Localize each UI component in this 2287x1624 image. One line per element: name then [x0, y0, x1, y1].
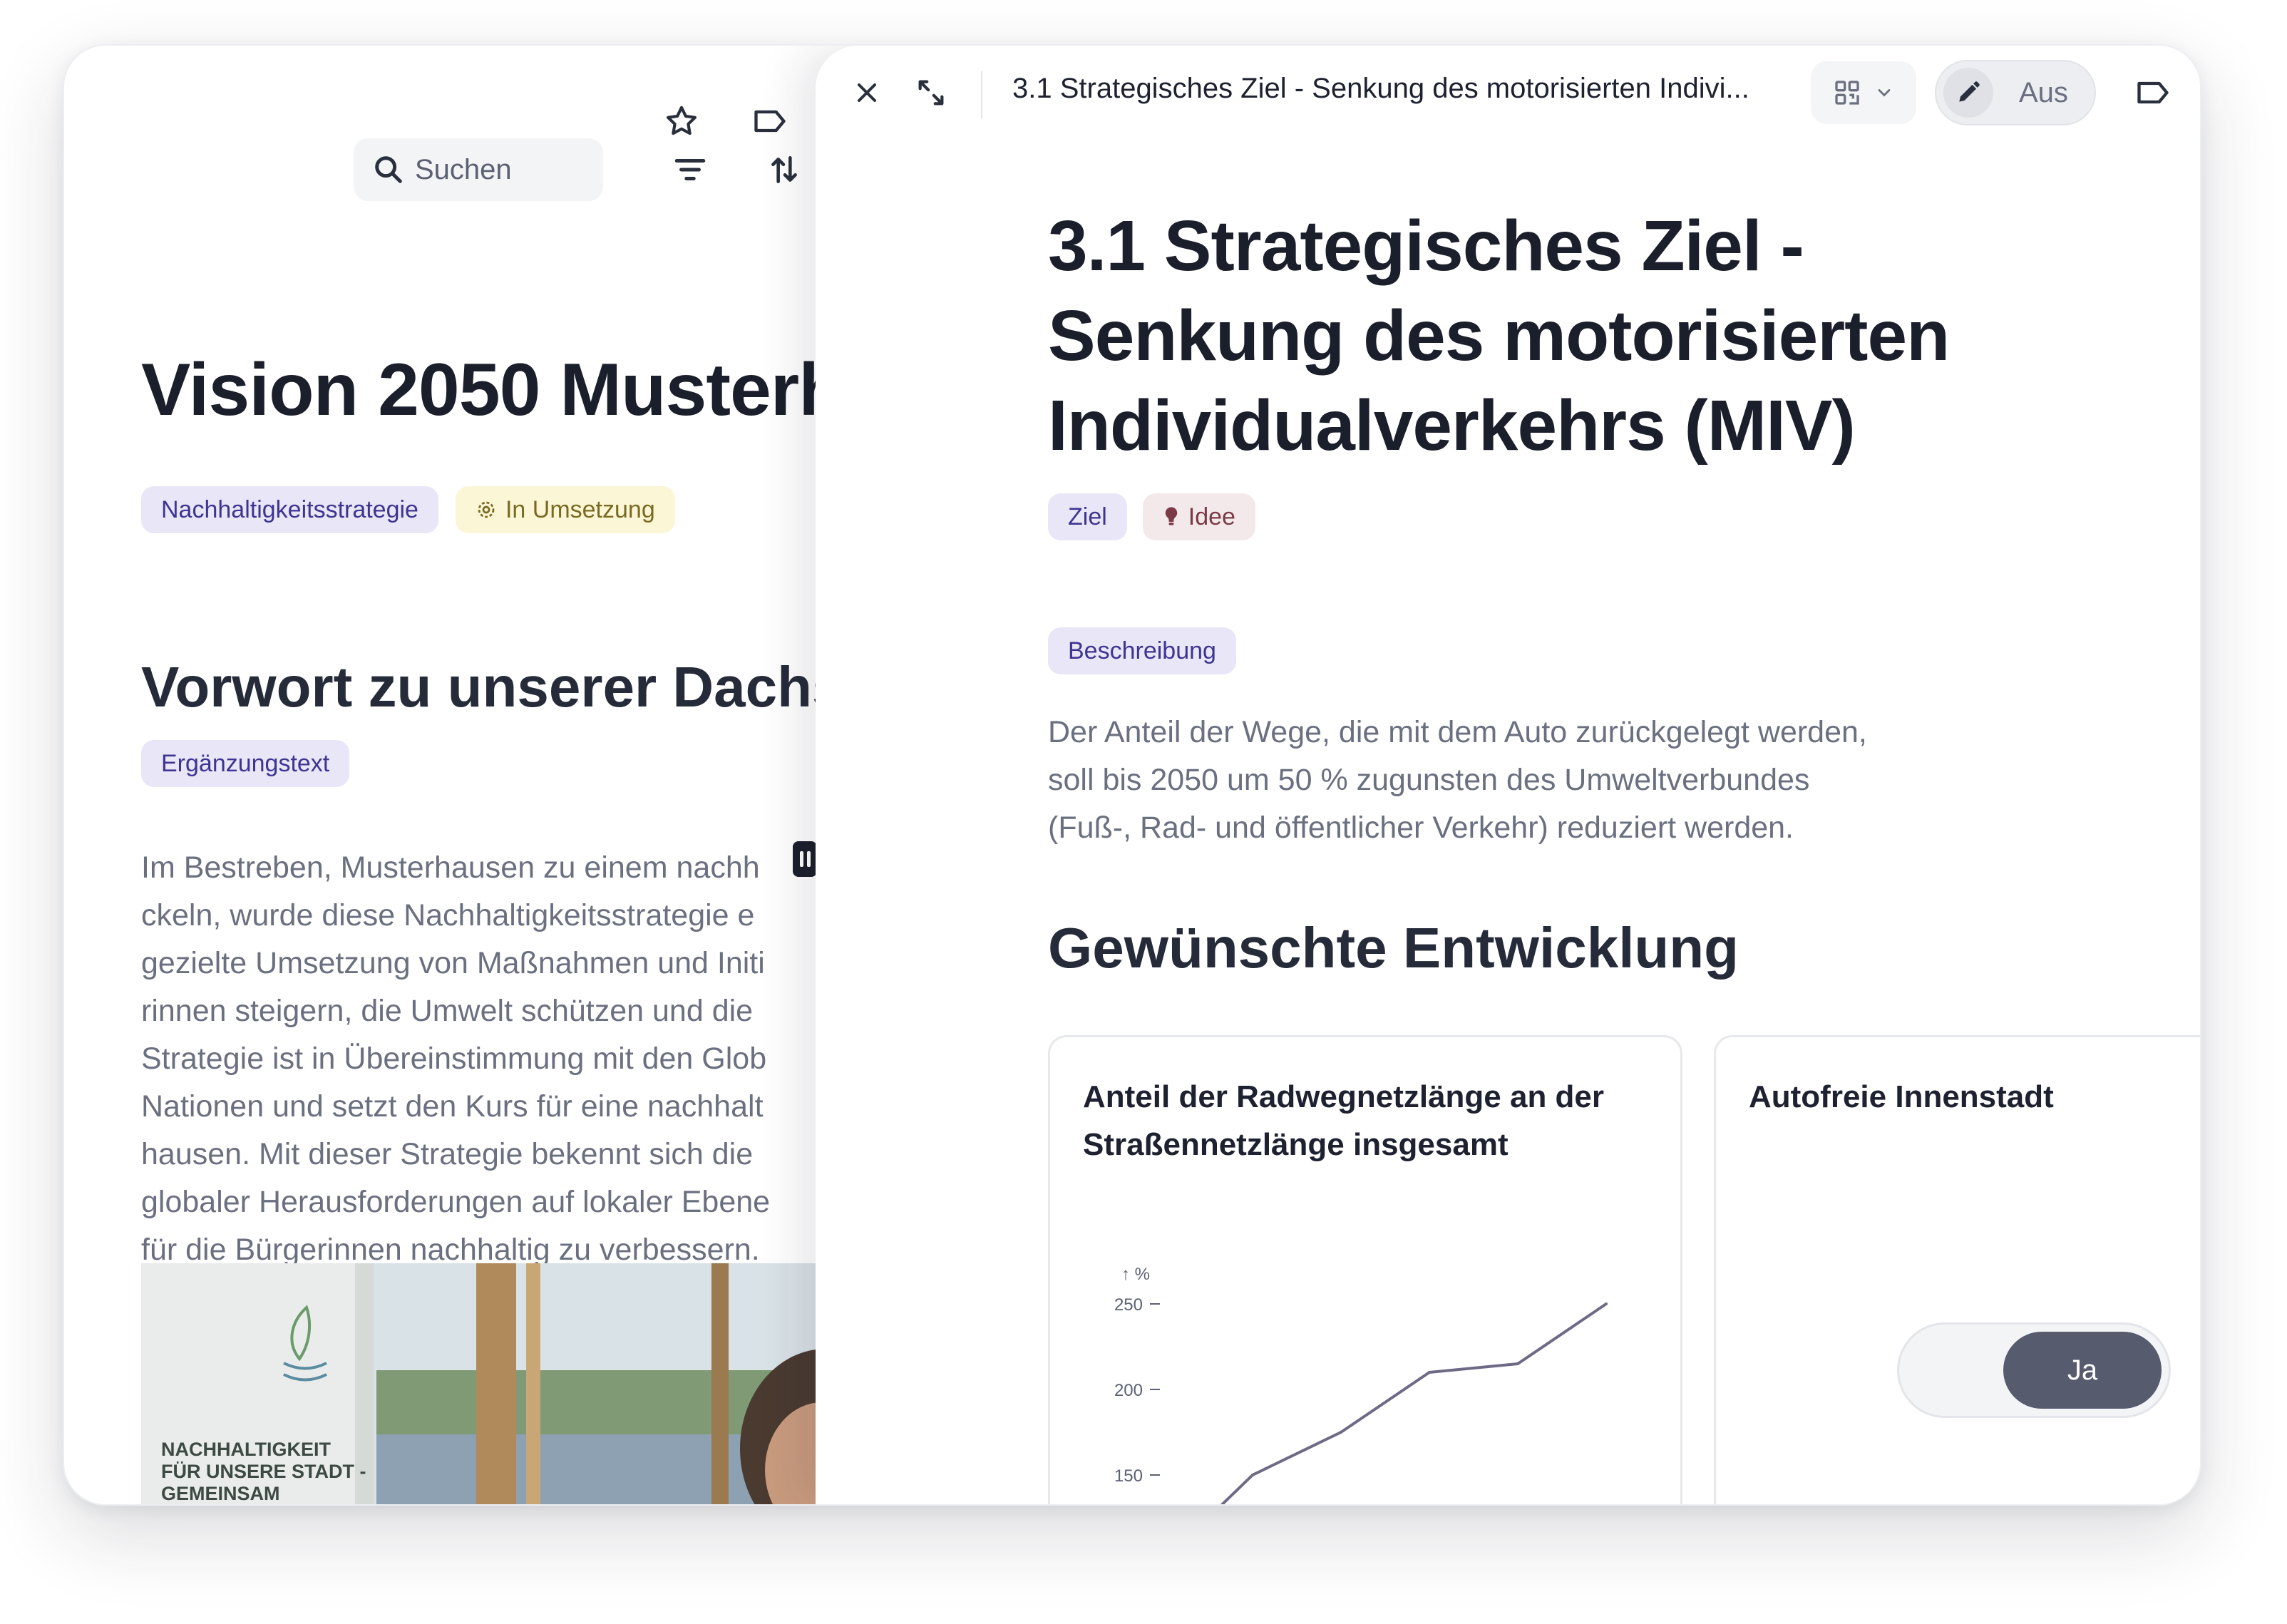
section-photo: NACHHALTIGKEIT FÜR UNSERE STADT - GEMEIN…	[141, 1263, 820, 1504]
body-line: Im Bestreben, Musterhausen zu einem nach…	[141, 850, 760, 885]
filter-icon	[674, 159, 706, 180]
y-tick-label: 150	[1114, 1466, 1143, 1486]
expand-icon	[918, 80, 944, 106]
banner-line: GEMEINSAM	[161, 1483, 280, 1504]
development-heading: Gewünschte Entwicklung	[1048, 916, 1739, 980]
detail-tag-button[interactable]	[2124, 64, 2181, 121]
section-title: Vorwort zu unserer Dachs	[141, 655, 820, 719]
y-axis-unit-label: ↑ %	[1121, 1265, 1150, 1284]
line-chart: ↑ %250200150100	[1114, 1265, 1608, 1504]
photo-banner-text: NACHHALTIGKEIT FÜR UNSERE STADT - GEMEIN…	[161, 1439, 366, 1504]
detail-panel: 3.1 Strategisches Ziel - Senkung des mot…	[816, 46, 2200, 1504]
chevron-down-icon	[1878, 89, 1891, 97]
idea-label: Idee	[1188, 503, 1235, 530]
document-tags: Nachhaltigkeitsstrategie In Umsetzung	[141, 486, 675, 533]
data-point	[1516, 1362, 1519, 1365]
desc-line: soll bis 2050 um 50 % zugunsten des Umwe…	[1048, 763, 1810, 797]
detail-bar-title: 3.1 Strategisches Ziel - Senkung des mot…	[1012, 73, 1749, 104]
app-window: Suchen Vision 2050 Musterh Nachhaltigkei…	[63, 44, 2201, 1506]
car-free-toggle[interactable]: Ja	[1897, 1322, 2171, 1418]
gear-icon	[478, 501, 495, 518]
qr-view-icon	[1835, 81, 1859, 105]
goal-tags: Ziel Idee	[1048, 493, 1255, 540]
lightbulb-icon	[1165, 507, 1178, 525]
goal-title: 3.1 Strategisches Ziel - Senkung des mot…	[1048, 201, 2046, 471]
body-line: gezielte Umsetzung von Maßnahmen und Ini…	[141, 946, 765, 980]
body-line: Nationen und setzt den Kurs für eine nac…	[141, 1089, 764, 1124]
edit-toggle-label: Aus	[2019, 76, 2068, 108]
indicator-card-bike-network[interactable]: Anteil der Radwegnetzlänge an der Straße…	[1048, 1035, 1682, 1504]
type-tag[interactable]: Ziel	[1048, 493, 1127, 540]
search-icon	[375, 156, 402, 183]
body-line: rinnen steigern, die Umwelt schützen und…	[141, 994, 754, 1028]
document-title: Vision 2050 Musterh	[141, 349, 820, 431]
goal-title-line: 3.1 Strategisches Ziel -	[1048, 206, 1804, 286]
data-point	[1428, 1371, 1431, 1374]
document-panel: Suchen Vision 2050 Musterh Nachhaltigkei…	[64, 46, 820, 1504]
desc-line: (Fuß-, Rad- und öffentlicher Verkehr) re…	[1048, 811, 1794, 845]
card-title: Autofreie Innenstadt	[1749, 1079, 2054, 1114]
card-title: Anteil der Radwegnetzlänge an der Straße…	[1083, 1073, 1653, 1168]
banner-line: NACHHALTIGKEIT	[161, 1439, 331, 1460]
toolbar-divider	[981, 71, 982, 118]
goal-title-line: Senkung des motorisierten	[1048, 296, 1950, 376]
search-placeholder: Suchen	[415, 153, 512, 185]
card-title-line: Straßennetzlänge insgesamt	[1083, 1127, 1509, 1162]
banner-line: FÜR UNSERE STADT -	[161, 1461, 366, 1482]
filter-button[interactable]	[662, 141, 719, 198]
pencil-icon	[1959, 81, 1980, 102]
series-line	[1220, 1302, 1608, 1504]
status-label: In Umsetzung	[505, 495, 655, 523]
goal-description: Der Anteil der Wege, die mit dem Auto zu…	[1048, 709, 2046, 852]
data-point	[1251, 1474, 1254, 1476]
data-point	[1340, 1431, 1342, 1434]
status-badge-idea[interactable]: Idee	[1142, 493, 1255, 540]
card-title-line: Anteil der Radwegnetzlänge an der	[1083, 1079, 1605, 1114]
body-line: hausen. Mit dieser Strategie bekennt sic…	[141, 1137, 754, 1171]
body-line: Strategie ist in Übereinstimmung mit den…	[141, 1042, 767, 1076]
category-tag[interactable]: Nachhaltigkeitsstrategie	[141, 486, 438, 533]
status-badge[interactable]: In Umsetzung	[455, 486, 675, 533]
y-tick-label: 200	[1114, 1381, 1143, 1400]
body-line: globaler Herausforderungen auf lokaler E…	[141, 1185, 771, 1219]
close-icon	[857, 83, 877, 103]
toggle-option-yes[interactable]: Ja	[2003, 1332, 2162, 1409]
edit-mode-toggle[interactable]: Aus	[1935, 60, 2096, 125]
close-button[interactable]	[838, 64, 895, 121]
edit-toggle-knob	[1943, 68, 1993, 118]
desc-line: Der Anteil der Wege, die mit dem Auto zu…	[1048, 715, 1867, 749]
tag-icon	[2137, 81, 2169, 104]
sort-button[interactable]	[756, 141, 813, 198]
star-icon	[666, 106, 697, 135]
section-body: Im Bestreben, Musterhausen zu einem nach…	[141, 844, 820, 1274]
section-tag[interactable]: Ergänzungstext	[141, 740, 350, 787]
detail-toolbar: 3.1 Strategisches Ziel - Senkung des mot…	[816, 46, 2200, 138]
description-tag[interactable]: Beschreibung	[1048, 627, 1236, 674]
data-point	[1605, 1302, 1608, 1305]
sort-icon	[771, 156, 797, 183]
view-mode-dropdown[interactable]	[1811, 61, 1916, 124]
search-input[interactable]: Suchen	[354, 138, 603, 201]
goal-title-line: Individualverkehrs (MIV)	[1048, 386, 1856, 466]
panel-resize-handle[interactable]	[793, 841, 817, 877]
body-line: ckeln, wurde diese Nachhaltigkeitsstrate…	[141, 898, 755, 932]
tag-icon	[754, 110, 786, 133]
expand-button[interactable]	[903, 64, 960, 121]
y-tick-label: 250	[1114, 1295, 1143, 1315]
indicator-card-car-free[interactable]: Autofreie Innenstadt Ja	[1714, 1035, 2200, 1504]
